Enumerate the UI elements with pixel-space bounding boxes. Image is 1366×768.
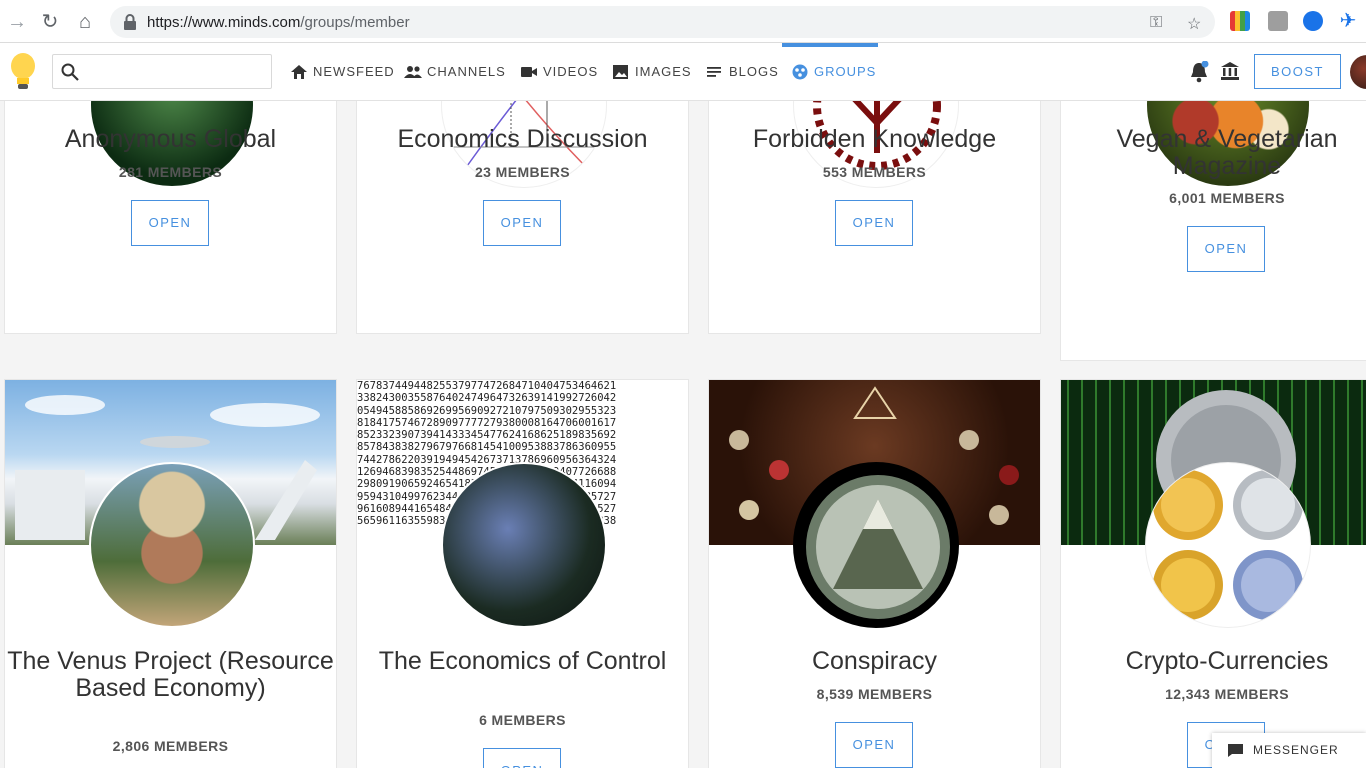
extension-steem-icon[interactable]	[1303, 11, 1323, 31]
open-group-button[interactable]: OPEN	[483, 200, 561, 246]
nav-images[interactable]: IMAGES	[612, 43, 692, 100]
group-card: Conspiracy 8,539 MEMBERS OPEN	[708, 379, 1041, 768]
extension-plane-icon[interactable]: ✈	[1338, 11, 1358, 31]
group-title[interactable]: Forbidden Knowledge	[709, 126, 1040, 153]
extension-ib-icon[interactable]	[1268, 11, 1288, 31]
reload-icon[interactable]: ↻	[38, 10, 62, 34]
bell-icon[interactable]	[1189, 61, 1209, 83]
nav-label: NEWSFEED	[313, 64, 395, 79]
group-members-count: 6,001 MEMBERS	[1169, 190, 1285, 206]
group-card: 7678374494482553797747268471040475346462…	[356, 379, 689, 768]
group-avatar[interactable]	[1145, 462, 1311, 628]
group-title[interactable]: The Venus Project (Resource Based Econom…	[5, 648, 336, 701]
boost-button[interactable]: BOOST	[1254, 54, 1341, 89]
chat-bubble-icon	[1228, 744, 1243, 757]
home-icon[interactable]: ⌂	[73, 10, 97, 34]
lines-icon	[707, 66, 721, 77]
group-avatar[interactable]	[441, 462, 607, 628]
open-group-button[interactable]: OPEN	[131, 200, 209, 246]
minds-logo-icon[interactable]	[8, 52, 38, 92]
group-members-count: 6 MEMBERS	[479, 712, 566, 728]
group-card: Forbidden Knowledge 553 MEMBERS OPEN	[708, 101, 1041, 334]
address-bar[interactable]: https://www.minds.com/groups/member ⚿ ☆	[110, 6, 1215, 38]
group-title[interactable]: The Economics of Control	[357, 648, 688, 675]
user-avatar[interactable]	[1350, 55, 1366, 89]
nav-label: VIDEOS	[543, 64, 599, 79]
crypto-coins-icon	[1153, 470, 1303, 620]
group-card: Anonymous Global 281 MEMBERS OPEN	[4, 101, 337, 334]
nav-label: BLOGS	[729, 64, 779, 79]
star-icon[interactable]: ☆	[1187, 14, 1201, 34]
image-icon	[613, 64, 628, 79]
open-group-button[interactable]: OPEN	[1187, 226, 1265, 272]
groups-icon	[792, 64, 808, 79]
nav-newsfeed[interactable]: NEWSFEED	[290, 43, 395, 100]
back-arrow-icon[interactable]: →	[5, 10, 29, 34]
group-title[interactable]: Conspiracy	[709, 648, 1040, 675]
nav-label: GROUPS	[814, 64, 877, 79]
video-camera-icon	[521, 66, 537, 77]
nav-channels[interactable]: CHANNELS	[404, 43, 506, 100]
lock-icon	[124, 14, 136, 30]
group-title[interactable]: Crypto-Currencies	[1061, 648, 1366, 675]
nav-label: CHANNELS	[427, 64, 506, 79]
search-input[interactable]	[52, 54, 272, 89]
group-title[interactable]: Anonymous Global	[5, 126, 336, 153]
group-title[interactable]: Economics Discussion	[357, 126, 688, 153]
open-group-button[interactable]: OPEN	[835, 200, 913, 246]
group-avatar[interactable]	[793, 462, 959, 628]
groups-grid: Anonymous Global 281 MEMBERS OPEN Econom…	[0, 101, 1366, 768]
bank-icon[interactable]	[1220, 61, 1240, 81]
open-group-button[interactable]: OPEN	[483, 748, 561, 768]
group-members-count: 2,806 MEMBERS	[112, 738, 229, 754]
nav-label: IMAGES	[635, 64, 692, 79]
group-card: Economics Discussion 23 MEMBERS OPEN	[356, 101, 689, 334]
extension-chart-icon[interactable]	[1230, 11, 1250, 31]
people-icon	[404, 65, 422, 78]
group-title[interactable]: Vegan & Vegetarian Magazine	[1061, 126, 1366, 179]
browser-toolbar: → ↻ ⌂ https://www.minds.com/groups/membe…	[0, 0, 1366, 43]
home-icon	[291, 64, 307, 79]
minds-topbar: NEWSFEED CHANNELS VIDEOS IMAGES BLOGS GR…	[0, 43, 1366, 101]
search-icon	[61, 63, 79, 81]
nav-blogs[interactable]: BLOGS	[706, 43, 779, 100]
group-card: The Venus Project (Resource Based Econom…	[4, 379, 337, 768]
key-icon[interactable]: ⚿	[1150, 14, 1162, 32]
group-members-count: 281 MEMBERS	[118, 164, 223, 180]
messenger-button[interactable]: MESSENGER	[1212, 733, 1366, 768]
pyramid-eye-icon	[806, 475, 950, 619]
nav-groups[interactable]: GROUPS	[791, 43, 876, 100]
url-text: https://www.minds.com/groups/member	[147, 14, 410, 31]
group-members-count: 23 MEMBERS	[474, 164, 571, 180]
messenger-label: MESSENGER	[1253, 743, 1339, 757]
group-members-count: 8,539 MEMBERS	[816, 686, 933, 702]
group-card: Vegan & Vegetarian Magazine 6,001 MEMBER…	[1060, 101, 1366, 361]
open-group-button[interactable]: OPEN	[835, 722, 913, 768]
group-members-count: 553 MEMBERS	[822, 164, 927, 180]
group-avatar[interactable]	[89, 462, 255, 628]
group-card: Crypto-Currencies 12,343 MEMBERS OPEN	[1060, 379, 1366, 768]
group-members-count: 12,343 MEMBERS	[1165, 686, 1289, 702]
nav-videos[interactable]: VIDEOS	[520, 43, 598, 100]
